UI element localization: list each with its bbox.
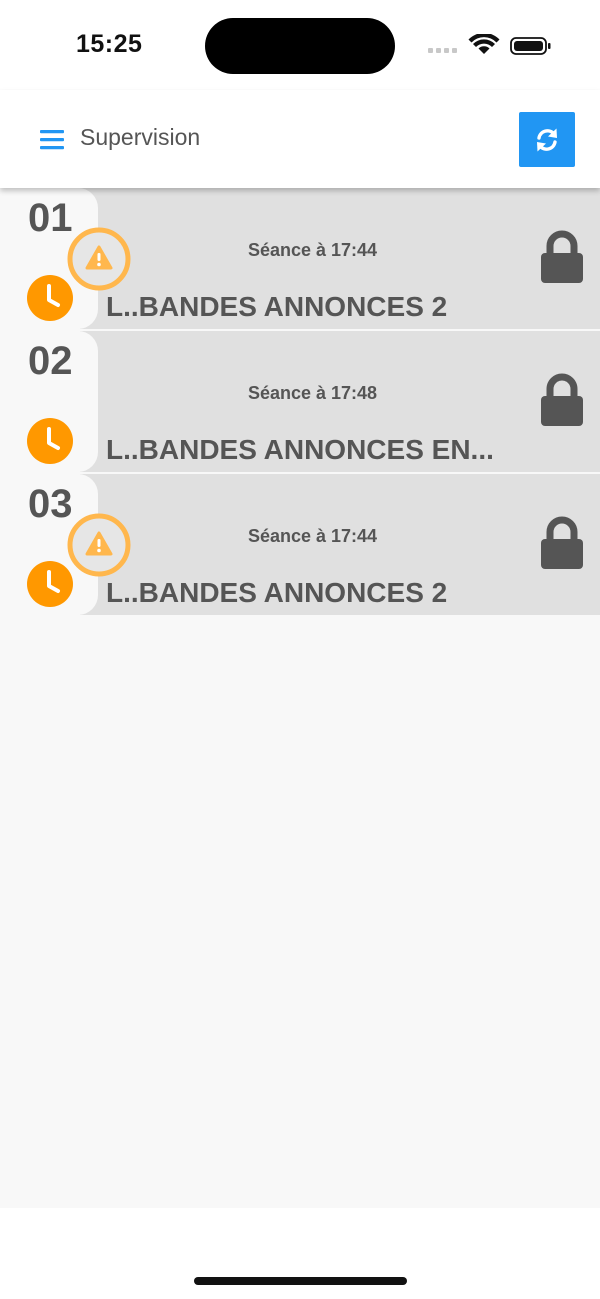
movie-title: L..BANDES ANNONCES 2 [106,291,448,322]
status-bar: 15:25 [0,0,600,90]
screen-number: 02 [28,339,73,383]
movie-title: L..BANDES ANNONCES 2 [106,577,448,608]
home-indicator[interactable] [194,1277,407,1285]
phone-screen: 15:25 Supervision 01 Séance à 17:44 L..B… [0,0,600,1299]
session-time: Séance à 17:44 [247,240,378,260]
list-item[interactable]: 03 Séance à 17:44 L..BANDES ANNONCES 2 [0,474,600,615]
supervision-list: 01 Séance à 17:44 L..BANDES ANNONCES 2 0… [0,188,600,1208]
dynamic-island [205,18,395,74]
list-item[interactable]: 02 Séance à 17:48 L..BANDES ANNONCES EN.… [0,331,600,472]
wifi-icon [468,34,500,54]
lock-icon [541,516,583,569]
clock-icon [27,418,73,464]
status-time: 15:25 [76,30,143,58]
refresh-button[interactable] [519,112,575,167]
movie-title: L..BANDES ANNONCES EN... [106,434,494,465]
lock-icon [541,230,583,283]
cellular-signal-icon [428,48,457,53]
app-header: Supervision [0,90,600,188]
refresh-icon [537,128,557,151]
page-title: Supervision [80,124,201,150]
battery-icon [510,37,551,55]
lock-icon [541,373,583,426]
session-time: Séance à 17:48 [247,383,378,403]
session-time: Séance à 17:44 [247,526,378,546]
status-icons [428,34,551,55]
list-item[interactable]: 01 Séance à 17:44 L..BANDES ANNONCES 2 [0,188,600,329]
hamburger-menu-icon[interactable] [40,129,66,151]
